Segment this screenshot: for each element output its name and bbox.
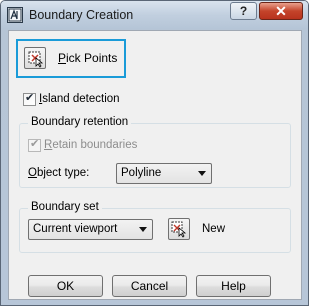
pick-points-focus-frame[interactable]: Pick Points <box>16 39 126 78</box>
title-help-button[interactable]: ? <box>230 2 257 20</box>
checkmark-icon: ✔ <box>30 138 40 150</box>
app-icon <box>7 7 23 23</box>
object-type-label: Object type: <box>28 167 90 179</box>
pick-points-button[interactable] <box>24 47 46 69</box>
cancel-button[interactable]: Cancel <box>112 275 187 297</box>
island-detection-checkbox[interactable]: ✔ <box>23 92 36 106</box>
close-button[interactable]: ✕ <box>259 2 303 20</box>
boundary-retention-title: Boundary retention <box>28 116 132 128</box>
select-objects-icon <box>171 221 187 238</box>
title-bar[interactable]: Boundary Creation ? ✕ <box>1 1 308 29</box>
new-label: New <box>202 223 226 235</box>
island-detection-label[interactable]: Island detection <box>39 93 120 105</box>
ok-button[interactable]: OK <box>28 275 103 297</box>
object-type-dropdown[interactable]: Polyline <box>116 163 212 184</box>
object-type-value: Polyline <box>121 167 162 179</box>
dialog-client-area: Pick Points ✔ Island detection Boundary … <box>8 30 302 300</box>
new-boundary-set-button[interactable] <box>168 218 190 240</box>
pick-points-label[interactable]: Pick Points <box>58 51 117 65</box>
chevron-down-icon <box>198 171 206 176</box>
boundary-creation-window: Boundary Creation ? ✕ Pick Points ✔ Isla… <box>0 0 309 306</box>
retain-boundaries-checkbox: ✔ <box>28 138 41 152</box>
close-icon: ✕ <box>275 3 287 19</box>
pick-points-icon <box>28 51 44 68</box>
checkmark-icon: ✔ <box>25 92 35 104</box>
boundary-set-value: Current viewport <box>33 223 118 235</box>
chevron-down-icon <box>139 227 147 232</box>
window-title: Boundary Creation <box>29 8 134 22</box>
help-button[interactable]: Help <box>196 275 271 297</box>
boundary-set-dropdown[interactable]: Current viewport <box>28 219 153 240</box>
boundary-set-title: Boundary set <box>28 201 102 213</box>
retain-boundaries-label: Retain boundaries <box>44 139 138 151</box>
